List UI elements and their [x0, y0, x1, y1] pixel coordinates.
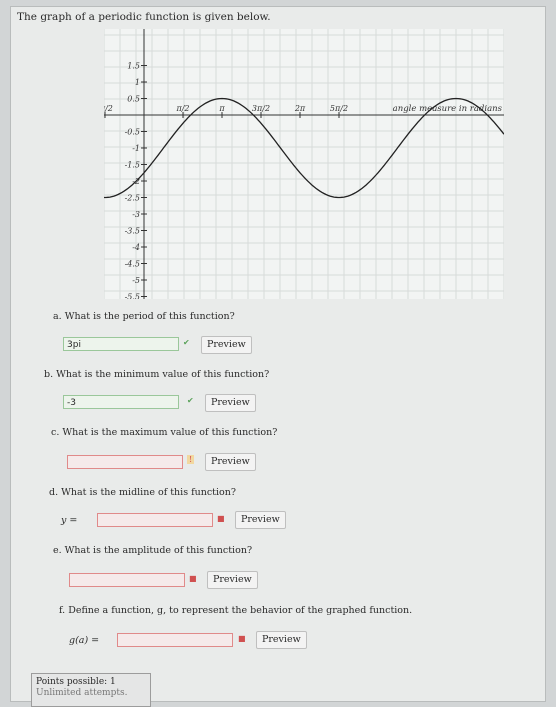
- y-tick-label: -1: [132, 144, 140, 153]
- intro-text: The graph of a periodic function is give…: [17, 11, 271, 23]
- midline-prefix: y =: [61, 515, 78, 526]
- check-icon: ✔: [183, 338, 190, 347]
- warning-icon: !: [187, 455, 195, 464]
- graph-canvas: 1.510.5-0.5-1-1.5-2-2.5-3-3.5-4-4.5-5-5.…: [97, 29, 505, 302]
- x-axis-title: angle measure in radians: [393, 104, 503, 114]
- y-tick-label: -3.5: [125, 227, 140, 236]
- error-icon: ■: [189, 574, 197, 583]
- y-tick-label: -1.5: [125, 161, 140, 170]
- x-tick-label: 5π/2: [330, 104, 348, 113]
- preview-button-e[interactable]: Preview: [207, 571, 258, 589]
- y-tick-label: -4.5: [125, 260, 140, 269]
- question-b: b. What is the minimum value of this fun…: [44, 369, 270, 380]
- x-tick-label: 2π: [294, 104, 306, 113]
- question-c: c. What is the maximum value of this fun…: [51, 427, 278, 438]
- function-graph: 1.5 1 0.5 -0.5 -1 -1.5 -2 -2.5 -3 -3.5 -4 -4.5 -5 -5.…: [97, 29, 505, 302]
- x-tick-label: π: [218, 104, 225, 113]
- function-input[interactable]: [117, 633, 233, 647]
- minimum-input[interactable]: -3: [63, 395, 179, 409]
- y-tick-label: -5: [132, 276, 140, 285]
- maximum-input[interactable]: [67, 455, 183, 469]
- error-icon: ■: [217, 514, 225, 523]
- question-a: a. What is the period of this function?: [53, 311, 235, 322]
- function-prefix: g(a) =: [69, 635, 100, 646]
- amplitude-input[interactable]: [69, 573, 185, 587]
- question-e: e. What is the amplitude of this functio…: [53, 545, 253, 556]
- y-tick-label: 0.5: [127, 95, 140, 104]
- question-d: d. What is the midline of this function?: [49, 487, 236, 498]
- preview-button-f[interactable]: Preview: [256, 631, 307, 649]
- x-tick-label: -π/2: [104, 104, 113, 113]
- y-tick-label: -3: [132, 210, 140, 219]
- preview-button-d[interactable]: Preview: [235, 511, 286, 529]
- preview-button-a[interactable]: Preview: [201, 336, 252, 354]
- preview-button-b[interactable]: Preview: [205, 394, 256, 412]
- y-tick-label: -0.5: [125, 128, 140, 137]
- y-tick-label: 1: [135, 78, 140, 87]
- points-possible: Points possible: 1: [36, 677, 116, 687]
- period-input[interactable]: 3pi: [63, 337, 179, 351]
- x-tick-label: 3π/2: [252, 104, 270, 113]
- x-tick-label: π/2: [175, 104, 189, 113]
- preview-button-c[interactable]: Preview: [205, 453, 256, 471]
- check-icon: ✔: [187, 396, 194, 405]
- attempts-info: Unlimited attempts.: [36, 688, 128, 698]
- y-tick-label: -2.5: [125, 194, 140, 203]
- question-page: The graph of a periodic function is give…: [10, 6, 546, 707]
- y-tick-label: -4: [132, 243, 140, 252]
- points-info: Points possible: 1 Unlimited attempts.: [31, 673, 151, 707]
- midline-input[interactable]: [97, 513, 213, 527]
- error-icon: ■: [238, 634, 246, 643]
- y-tick-label: -5.5: [125, 293, 140, 300]
- y-tick-label: 1.5: [127, 62, 140, 71]
- question-f: f. Define a function, g, to represent th…: [59, 605, 413, 616]
